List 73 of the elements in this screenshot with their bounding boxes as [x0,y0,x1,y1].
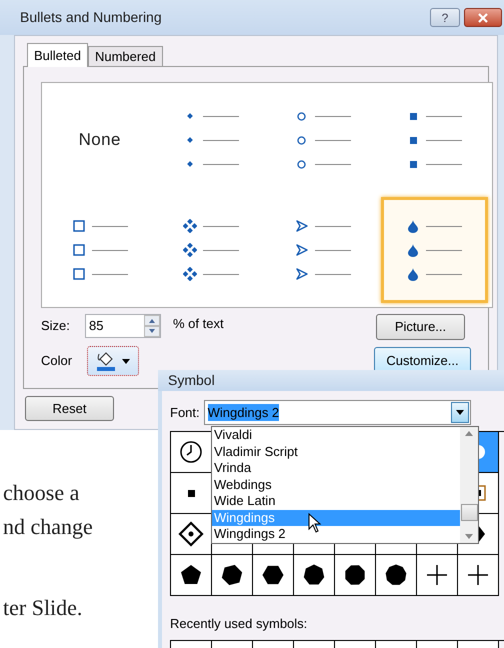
font-option[interactable]: Vrinda [212,460,460,476]
window-title: Bullets and Numbering [20,8,162,27]
symbol-cell[interactable] [335,555,376,596]
symbol-cell[interactable] [458,555,499,596]
drop-icon [408,268,418,280]
heptagon-icon [303,564,325,586]
tab[interactable]: Numbered [88,46,163,66]
bullet-style-option[interactable] [380,197,488,303]
symbol-cell[interactable] [294,555,335,596]
bullet-style-option[interactable]: None [46,87,154,193]
symbol-cell[interactable] [171,514,212,555]
diamond-cluster-icon [183,267,198,281]
caret-icon [122,358,130,364]
picture-button[interactable]: Picture... [376,314,465,340]
scrollbar[interactable] [460,427,478,543]
font-option[interactable]: Vivaldi [212,427,460,444]
hexagon-icon [262,564,284,586]
close-icon[interactable] [464,8,502,27]
size-label: Size: [41,317,71,336]
mouse-pointer-icon [308,513,322,533]
diamond-cluster-icon [183,243,198,257]
square-bullet-icon [410,112,417,120]
hexagon-icon [221,564,243,586]
scroll-down-icon[interactable] [465,534,473,539]
paint-bucket-icon [96,351,116,371]
document-text-line: nd change [3,513,93,541]
drop-icon [408,244,418,256]
symbol-cell[interactable] [253,555,294,596]
arrowhead-icon [296,244,308,256]
hollow-circle-icon [297,160,306,168]
document-text-line: ter Slide. [3,594,84,622]
dotted-diamond-icon [178,521,204,547]
symbol-cell[interactable] [417,555,458,596]
hollow-circle-icon [297,112,306,120]
color-picker-button[interactable] [87,346,139,376]
font-option[interactable]: Wide Latin [212,493,460,510]
font-option[interactable]: Webdings [212,476,460,493]
none-label: None [78,129,121,152]
arrowhead-icon [296,220,308,232]
square-bullet-icon [410,160,417,168]
plus-icon [467,564,489,586]
pentagon-icon [180,564,202,586]
unit-label: % of text [173,315,224,333]
size-spinner[interactable]: 85 [85,314,161,338]
symbol-cell[interactable] [171,473,212,514]
arrowhead-icon [296,268,308,280]
font-label: Font: [170,404,200,422]
plus-icon [426,564,448,586]
small-square-icon [188,490,194,496]
nonagon-icon [385,564,407,586]
diamond-cluster-icon [183,219,198,233]
document-text-line: choose a [3,479,80,507]
symbol-cell[interactable] [376,555,417,596]
font-option[interactable]: Vladimir Script [212,444,460,460]
square-bullet-icon [410,136,417,144]
recent-symbols-label: Recently used symbols: [170,615,308,633]
clock-icon [179,440,203,464]
tab[interactable]: Bulleted [27,43,88,67]
dialog-title: Symbol [168,371,215,390]
font-option[interactable]: Wingdings 2 [212,526,460,542]
hollow-square-icon [72,220,85,232]
symbol-cell[interactable] [171,432,212,473]
color-label: Color [41,352,74,370]
octagon-icon [344,564,366,586]
scroll-thumb[interactable] [460,504,478,521]
hollow-circle-icon [297,136,306,144]
reset-button[interactable]: Reset [25,396,114,421]
symbol-cell[interactable] [171,555,212,596]
help-button[interactable]: ? [430,8,460,27]
drop-icon [408,220,418,232]
hollow-square-icon [72,244,85,256]
symbol-cell[interactable] [212,555,253,596]
hollow-square-icon [72,268,85,280]
